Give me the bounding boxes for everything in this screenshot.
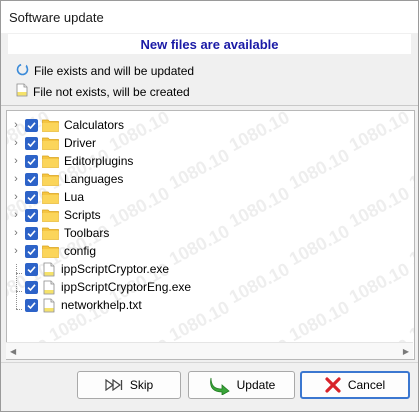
horizontal-scrollbar[interactable]: ◀ ▶ [6, 342, 413, 359]
watermark-text: 1080.10 [405, 296, 414, 346]
tree-item-label: config [64, 244, 97, 258]
tree-connector-h [16, 309, 22, 310]
new-file-icon [16, 83, 28, 100]
scroll-left-icon[interactable]: ◀ [10, 347, 16, 356]
update-arrow-icon [208, 375, 230, 395]
legend-update-row: File exists and will be updated [16, 63, 194, 79]
checkbox[interactable] [25, 262, 38, 276]
tree-folder-row[interactable]: › Calculators [9, 116, 389, 134]
checkbox[interactable] [25, 244, 38, 258]
header-band: New files are available [8, 34, 411, 54]
folder-icon [42, 172, 59, 186]
folder-icon [42, 136, 59, 150]
tree-folder-row[interactable]: › Scripts [9, 206, 389, 224]
folder-icon [42, 190, 59, 204]
skip-label: Skip [129, 378, 154, 392]
file-icon [43, 280, 56, 295]
button-bar-separator [1, 362, 418, 363]
tree-file-row[interactable]: ippScriptCryptor.exe [9, 260, 389, 278]
update-button[interactable]: Update [188, 371, 295, 399]
tree-connector [16, 264, 17, 309]
tree-folder-row[interactable]: › Editorplugins [9, 152, 389, 170]
checkbox[interactable] [25, 118, 38, 132]
tree-folder-row[interactable]: › Languages [9, 170, 389, 188]
checkbox[interactable] [25, 208, 38, 222]
tree-item-label: ippScriptCryptor.exe [61, 262, 170, 276]
checkbox[interactable] [25, 190, 38, 204]
expand-chevron-icon[interactable]: › [9, 155, 23, 167]
tree-connector-h [16, 273, 22, 274]
expand-chevron-icon[interactable]: › [9, 191, 23, 203]
divider [1, 105, 418, 106]
folder-icon [42, 118, 59, 132]
expand-chevron-icon[interactable]: › [9, 245, 23, 257]
checkbox[interactable] [25, 172, 38, 186]
expand-chevron-icon[interactable]: › [9, 227, 23, 239]
tree-item-label: ippScriptCryptorEng.exe [61, 280, 192, 294]
file-icon [43, 262, 56, 277]
tree-folder-row[interactable]: › Lua [9, 188, 389, 206]
checkbox[interactable] [25, 154, 38, 168]
expand-chevron-icon[interactable]: › [9, 119, 23, 131]
tree-item-label: Editorplugins [64, 154, 134, 168]
title-bar: Software update [1, 1, 418, 33]
legend-update-label: File exists and will be updated [34, 64, 195, 78]
folder-icon [42, 244, 59, 258]
expand-chevron-icon[interactable]: › [9, 137, 23, 149]
watermark-text: 1080.10 [405, 144, 414, 194]
window-title: Software update [9, 10, 104, 25]
tree-connector-h [16, 291, 22, 292]
file-icon [43, 298, 56, 313]
legend-create-row: File not exists, will be created [16, 83, 190, 100]
tree-folder-row[interactable]: › Driver [9, 134, 389, 152]
checkbox[interactable] [25, 280, 38, 294]
folder-icon [42, 226, 59, 240]
software-update-window: Software update New files are available … [0, 0, 419, 412]
cancel-x-icon [325, 377, 341, 393]
tree-folder-row[interactable]: › config [9, 242, 389, 260]
file-tree[interactable]: 1080.10 1080.10 1080.10 1080.10 1080.10 1080.… [6, 110, 415, 360]
watermark-text: 1080.10 [405, 220, 414, 270]
tree-item-label: Scripts [64, 208, 101, 222]
folder-icon [42, 208, 59, 222]
checkbox[interactable] [25, 226, 38, 240]
expand-chevron-icon[interactable]: › [9, 173, 23, 185]
expand-chevron-icon[interactable]: › [9, 209, 23, 221]
scroll-right-icon[interactable]: ▶ [403, 347, 409, 356]
tree-item-label: Lua [64, 190, 85, 204]
refresh-icon [16, 63, 29, 79]
legend-create-label: File not exists, will be created [33, 84, 190, 99]
header-message: New files are available [140, 37, 279, 52]
tree-folder-row[interactable]: › Toolbars [9, 224, 389, 242]
checkbox[interactable] [25, 298, 38, 312]
skip-icon [105, 379, 123, 391]
update-label: Update [236, 378, 276, 392]
checkbox[interactable] [25, 136, 38, 150]
cancel-button[interactable]: Cancel [300, 371, 410, 399]
skip-button[interactable]: Skip [77, 371, 181, 399]
tree-item-label: Toolbars [64, 226, 110, 240]
tree-item-label: Calculators [64, 118, 125, 132]
tree-item-label: networkhelp.txt [61, 298, 142, 312]
legend: File exists and will be updated File not… [8, 57, 411, 105]
tree-file-row[interactable]: ippScriptCryptorEng.exe [9, 278, 389, 296]
folder-icon [42, 154, 59, 168]
tree-item-label: Languages [64, 172, 124, 186]
tree-item-label: Driver [64, 136, 96, 150]
cancel-label: Cancel [347, 378, 386, 392]
tree-file-row[interactable]: networkhelp.txt [9, 296, 389, 314]
